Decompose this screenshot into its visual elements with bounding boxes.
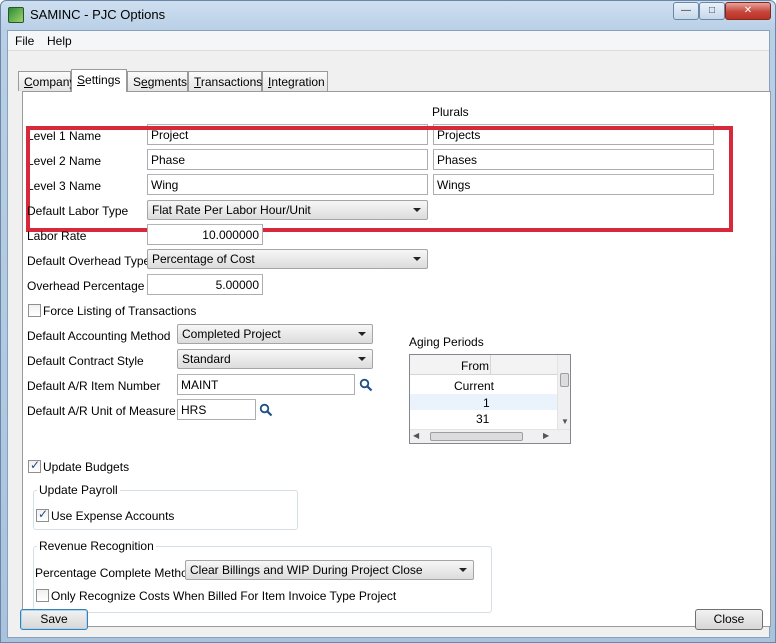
magnifier-icon[interactable] [359,378,373,392]
menu-bar: File Help [8,31,769,51]
tab-company[interactable]: Company [18,71,75,91]
plurals-header: Plurals [432,105,469,119]
ar-uom-field[interactable]: HRS [177,399,256,420]
close-button[interactable]: Close [695,609,763,630]
force-listing-label: Force Listing of Transactions [43,304,197,318]
tab-label: Company [24,75,76,89]
labor-rate-field[interactable]: 10.000000 [147,224,263,245]
grid-divider [490,355,491,375]
aging-header-from: From [461,359,489,373]
vertical-scrollbar[interactable]: ▼ [557,355,570,429]
scroll-right-icon[interactable]: ▶ [543,431,549,440]
window-title: SAMINC - PJC Options [30,7,166,22]
labor-type-dropdown[interactable]: Flat Rate Per Labor Hour/Unit [147,200,428,220]
window-close-button[interactable]: ✕ [725,2,771,20]
aging-row-1[interactable]: 1 [483,396,490,410]
aging-row-current[interactable]: Current [454,379,494,393]
tab-label: Transactions [194,75,263,89]
only-recognize-checkbox[interactable] [36,589,49,602]
menu-help[interactable]: Help [47,34,72,48]
scroll-thumb[interactable] [560,373,569,387]
window: SAMINC - PJC Options — □ ✕ File Help Com… [0,0,776,643]
use-expense-label: Use Expense Accounts [51,509,175,523]
overhead-type-dropdown[interactable]: Percentage of Cost [147,249,428,269]
ar-item-label: Default A/R Item Number [27,379,161,393]
tab-transactions[interactable]: Transactions [188,71,262,91]
overhead-type-value: Percentage of Cost [152,252,255,266]
chevron-down-icon [413,257,421,261]
chevron-down-icon [459,568,467,572]
chevron-down-icon [358,332,366,336]
tab-label: Integration [268,75,325,89]
labor-rate-label: Labor Rate [27,229,87,243]
maximize-button[interactable]: □ [699,2,725,20]
menu-file[interactable]: File [15,34,34,48]
overhead-pct-field[interactable]: 5.00000 [147,274,263,295]
horizontal-scrollbar[interactable]: ◀ ▶ [410,429,570,443]
pct-method-dropdown[interactable]: Clear Billings and WIP During Project Cl… [185,560,474,580]
save-button[interactable]: Save [20,609,88,630]
force-listing-checkbox[interactable] [28,304,41,317]
use-expense-checkbox[interactable]: ✓ [36,507,49,522]
overhead-pct-label: Overhead Percentage [27,279,145,293]
checkmark-icon: ✓ [30,458,41,472]
tab-settings[interactable]: Settings [71,69,127,92]
tab-label: Segments [133,75,188,89]
ar-uom-label: Default A/R Unit of Measure [27,404,176,418]
checkmark-icon: ✓ [38,507,49,521]
scroll-left-icon[interactable]: ◀ [413,431,419,440]
magnifier-icon[interactable] [259,403,273,417]
update-budgets-checkbox[interactable]: ✓ [28,458,41,473]
chevron-down-icon [358,357,366,361]
only-recognize-label: Only Recognize Costs When Billed For Ite… [51,589,397,603]
labor-type-value: Flat Rate Per Labor Hour/Unit [152,203,311,217]
accounting-method-label: Default Accounting Method [27,329,171,343]
accounting-method-value: Completed Project [182,327,281,341]
app-icon [8,7,24,23]
pct-method-value: Clear Billings and WIP During Project Cl… [190,563,423,577]
update-budgets-label: Update Budgets [43,460,130,474]
revenue-recognition-title: Revenue Recognition [37,539,156,553]
tab-segments[interactable]: Segments [127,71,188,91]
settings-panel: Plurals Level 1 Name Project Projects Le… [22,91,771,627]
title-bar[interactable]: SAMINC - PJC Options — □ ✕ [1,1,775,29]
tab-label: Settings [77,73,121,87]
labor-type-label: Default Labor Type [27,204,129,218]
minimize-button[interactable]: — [673,2,699,20]
update-payroll-title: Update Payroll [37,483,120,497]
chevron-down-icon [413,208,421,212]
client-area: File Help Company Settings Segments Tran… [7,30,771,638]
aging-periods-title: Aging Periods [409,335,484,349]
scroll-down-icon[interactable]: ▼ [561,417,569,426]
accounting-method-dropdown[interactable]: Completed Project [177,324,373,344]
contract-style-label: Default Contract Style [27,354,144,368]
pct-method-label: Percentage Complete Method [35,566,195,580]
tab-integration[interactable]: Integration [262,71,328,91]
contract-style-dropdown[interactable]: Standard [177,349,373,369]
scroll-thumb[interactable] [430,432,523,441]
contract-style-value: Standard [182,352,231,366]
aging-periods-grid[interactable]: From Current 1 31 ▼ ◀ ▶ [409,354,571,444]
overhead-type-label: Default Overhead Type [27,254,151,268]
aging-row-31[interactable]: 31 [476,412,489,426]
ar-item-field[interactable]: MAINT [177,374,355,395]
